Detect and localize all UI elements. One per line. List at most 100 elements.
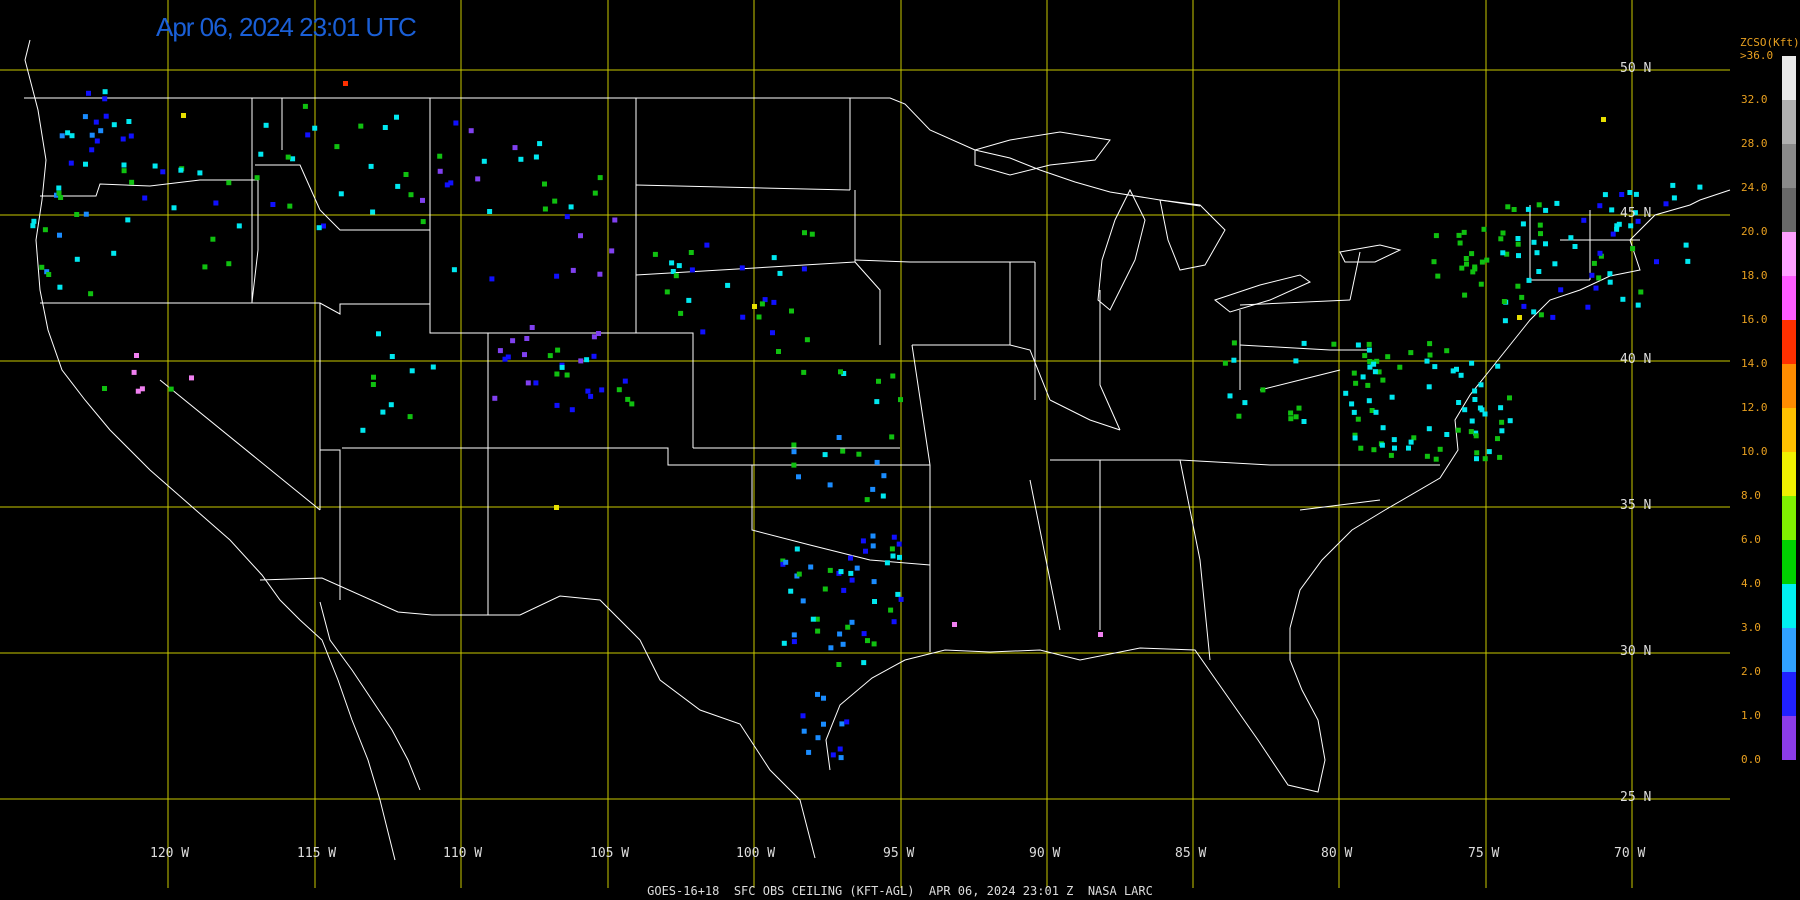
station-marker — [312, 125, 318, 131]
station-marker — [856, 451, 862, 457]
station-marker — [103, 113, 109, 119]
station-marker — [1473, 433, 1479, 439]
station-marker — [872, 599, 877, 604]
station-marker — [759, 301, 765, 307]
station-marker — [258, 151, 264, 157]
station-marker — [1507, 395, 1512, 401]
station-marker — [1543, 207, 1549, 213]
station-marker — [31, 218, 37, 224]
station-marker — [841, 587, 847, 593]
station-marker — [781, 640, 787, 646]
station-marker — [777, 270, 783, 276]
station-marker — [568, 204, 574, 210]
station-marker — [897, 554, 902, 560]
station-marker — [898, 596, 904, 602]
station-marker — [888, 607, 894, 613]
station-marker — [1462, 407, 1468, 413]
station-marker — [569, 407, 575, 413]
station-marker — [74, 256, 80, 262]
station-marker — [1288, 416, 1294, 422]
station-marker — [1366, 347, 1372, 353]
station-marker — [380, 409, 386, 415]
station-marker — [1572, 244, 1578, 249]
station-marker — [285, 154, 291, 160]
station-marker — [1472, 397, 1478, 402]
station-marker — [756, 314, 762, 320]
longitude-label: 95 W — [883, 846, 915, 861]
station-marker — [1479, 259, 1485, 265]
station-marker — [1519, 294, 1525, 300]
station-marker — [821, 721, 826, 727]
station-marker — [1462, 292, 1468, 298]
station-marker — [1411, 435, 1417, 441]
lake-erie — [1213, 274, 1312, 313]
station-marker — [395, 183, 401, 189]
station-marker — [840, 641, 846, 647]
station-marker — [800, 598, 806, 604]
station-marker — [98, 128, 104, 134]
legend-label: 20.0 — [1741, 225, 1768, 238]
station-marker — [1495, 436, 1500, 442]
station-marker — [689, 267, 695, 273]
station-marker — [1602, 192, 1608, 198]
legend-label: 24.0 — [1741, 181, 1768, 194]
station-marker — [178, 167, 184, 173]
legend-label: 2.0 — [1741, 665, 1761, 678]
station-marker — [475, 176, 481, 182]
station-marker — [1663, 201, 1669, 207]
station-marker — [884, 560, 890, 566]
station-marker — [1627, 190, 1633, 195]
station-marker — [1685, 258, 1691, 264]
station-marker — [1293, 358, 1299, 364]
station-marker — [128, 133, 134, 139]
station-marker — [854, 565, 860, 571]
station-marker — [1581, 217, 1587, 223]
station-marker — [809, 231, 815, 237]
station-marker — [1628, 223, 1634, 229]
station-marker — [1498, 405, 1504, 411]
station-marker — [771, 255, 777, 261]
station-marker — [1525, 206, 1531, 212]
legend-swatch — [1782, 144, 1796, 188]
lat-lon-grid — [0, 0, 1730, 888]
station-marker — [789, 308, 794, 314]
station-marker — [678, 310, 684, 316]
station-marker — [394, 114, 399, 120]
station-marker — [1538, 312, 1544, 318]
legend-swatch — [1782, 408, 1796, 452]
station-marker — [126, 119, 132, 124]
station-marker — [596, 331, 601, 336]
station-marker — [844, 719, 850, 725]
station-marker — [368, 163, 374, 169]
station-marker — [1474, 450, 1480, 456]
station-marker — [1616, 221, 1622, 227]
station-marker — [881, 473, 887, 479]
station-marker — [524, 336, 530, 341]
station-marker — [82, 114, 88, 120]
station-marker — [1499, 428, 1505, 434]
station-marker — [89, 147, 95, 153]
lake-ontario — [1339, 244, 1402, 263]
station-marker — [1507, 418, 1513, 424]
station-marker — [1461, 229, 1467, 235]
station-marker — [1406, 445, 1411, 451]
station-marker — [570, 267, 576, 273]
station-marker — [86, 90, 91, 96]
longitude-label: 80 W — [1321, 846, 1353, 861]
station-marker — [1511, 207, 1517, 212]
station-marker — [135, 388, 141, 394]
station-marker — [1353, 380, 1359, 386]
station-marker — [1537, 222, 1543, 228]
station-marker — [1620, 296, 1626, 302]
station-marker — [542, 206, 548, 212]
latitude-label: 50 N — [1620, 61, 1652, 76]
legend-swatch — [1782, 320, 1796, 364]
station-marker — [120, 136, 126, 142]
station-marker — [437, 153, 443, 159]
station-observations — [30, 81, 1703, 761]
baja-coast — [319, 601, 421, 791]
station-marker — [1638, 289, 1644, 295]
station-marker — [837, 746, 843, 752]
station-marker — [874, 399, 880, 405]
station-marker — [102, 89, 108, 95]
